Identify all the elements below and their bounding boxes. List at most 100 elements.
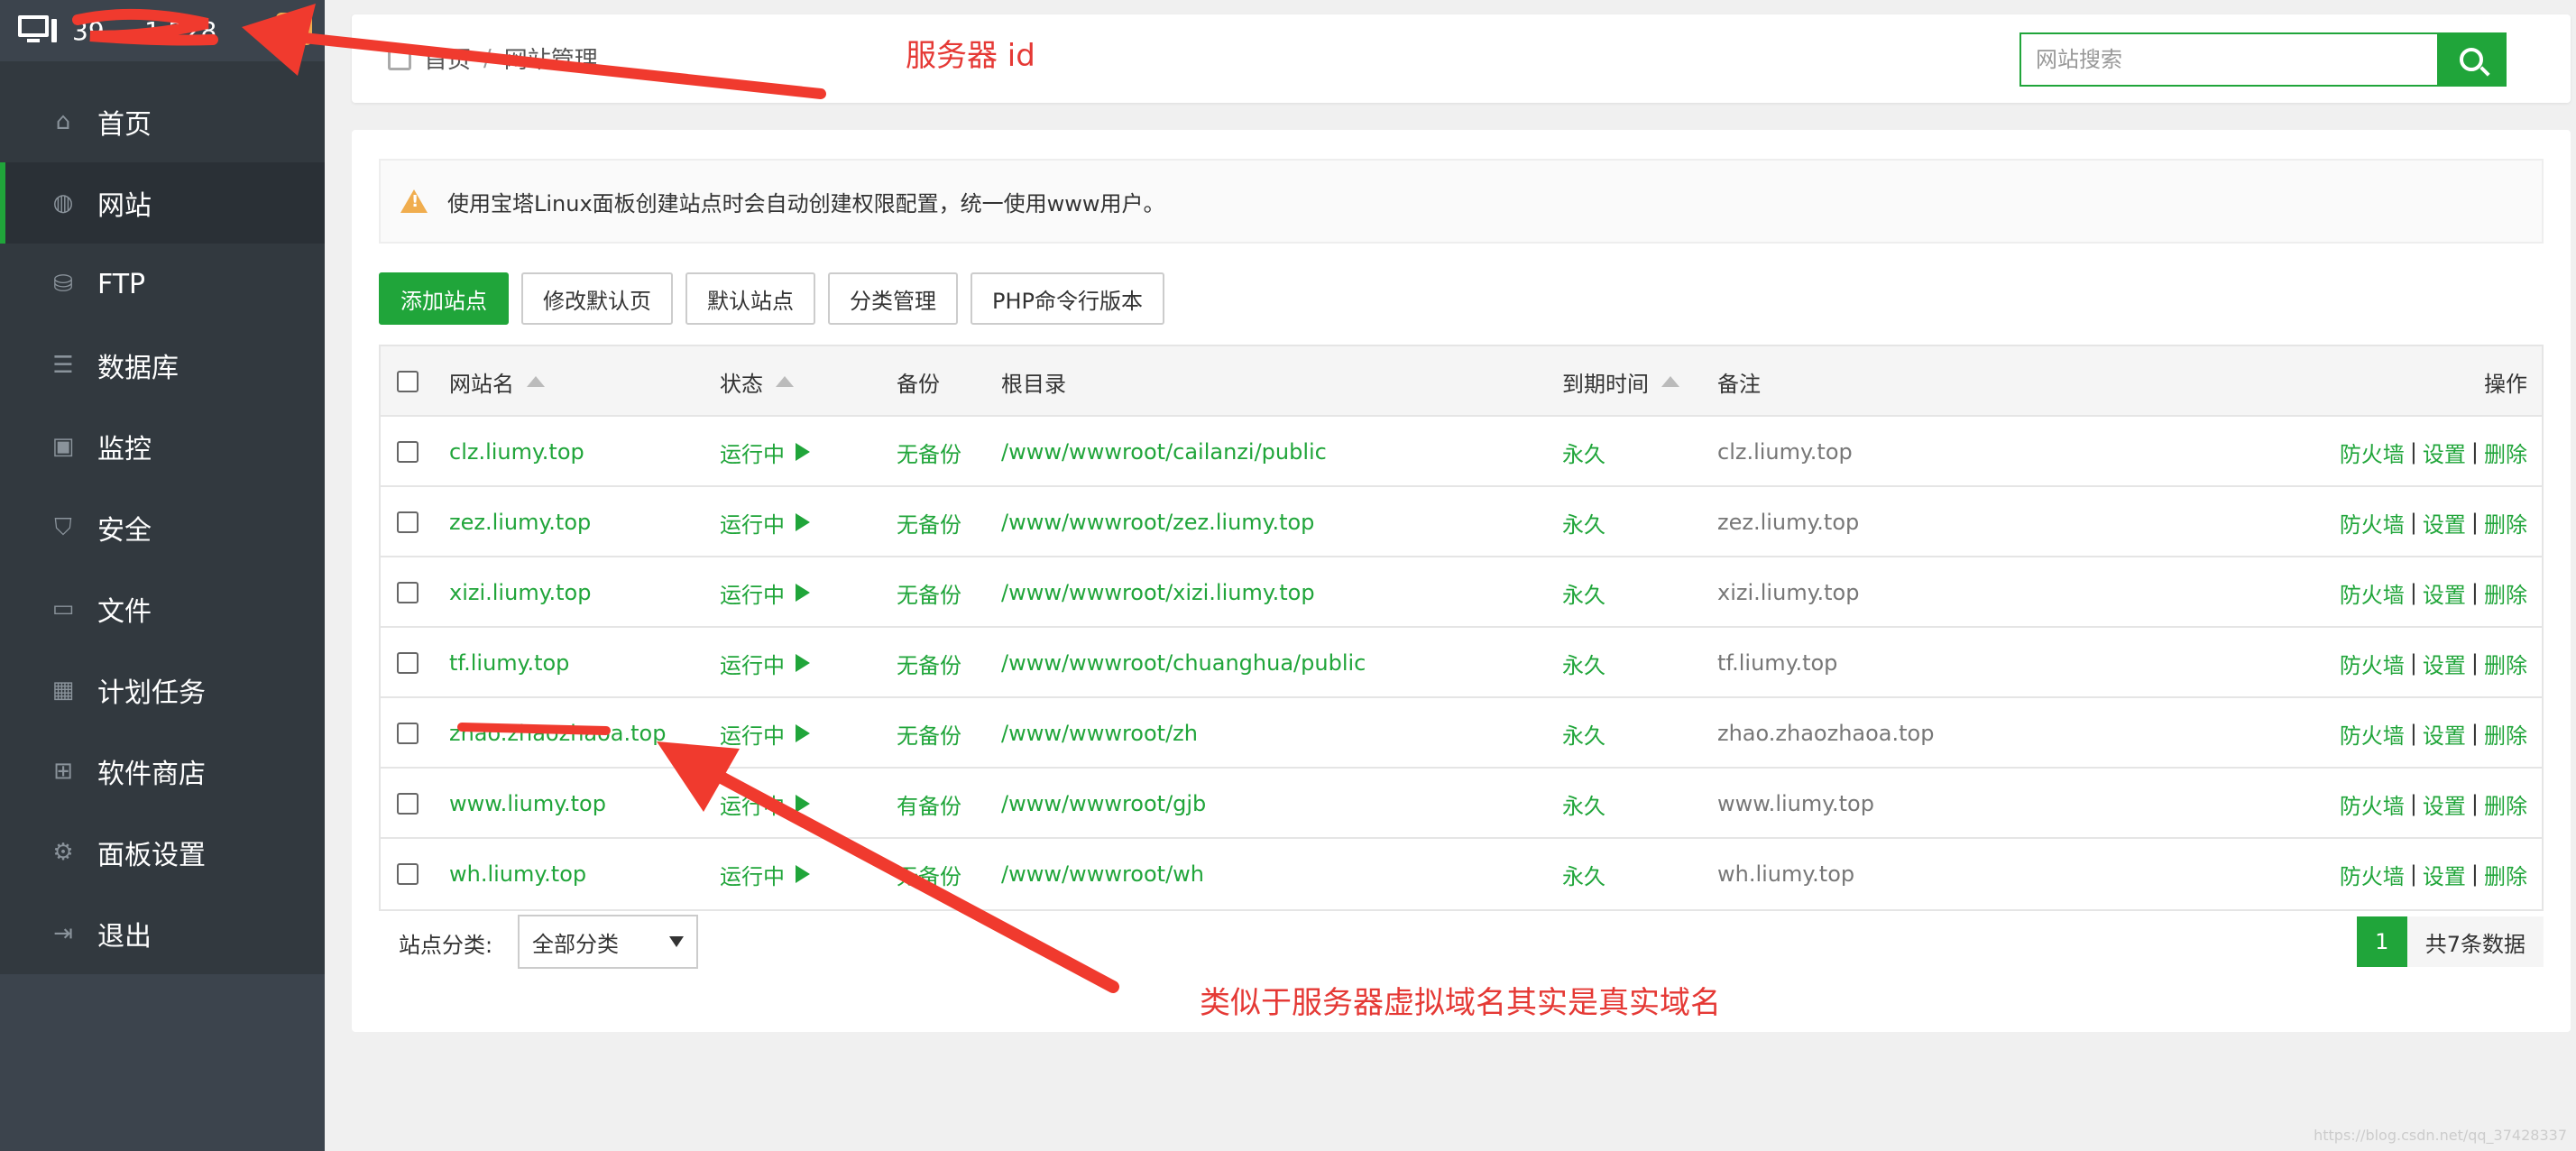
expire-link[interactable]: 永久 [1562, 557, 1605, 628]
settings-link[interactable]: 设置 [2423, 788, 2466, 820]
root-dir-link[interactable]: /www/wwwroot/zh [1001, 698, 1198, 769]
sidebar-item-1[interactable]: ◍ 网站 [0, 162, 325, 244]
delete-link[interactable]: 删除 [2484, 507, 2527, 539]
expire-link[interactable]: 永久 [1562, 698, 1605, 769]
status-toggle[interactable]: 运行中 [720, 698, 810, 769]
sidebar-item-label: 软件商店 [97, 759, 206, 790]
status-toggle[interactable]: 运行中 [720, 487, 810, 557]
status-toggle[interactable]: 运行中 [720, 628, 810, 698]
site-name-link[interactable]: clz.liumy.top [449, 417, 584, 487]
settings-link[interactable]: 设置 [2423, 437, 2466, 468]
firewall-link[interactable]: 防火墙 [2340, 859, 2405, 890]
delete-link[interactable]: 删除 [2484, 577, 2527, 609]
backup-link[interactable]: 无备份 [897, 557, 961, 628]
site-name-link[interactable]: www.liumy.top [449, 769, 606, 839]
settings-link[interactable]: 设置 [2423, 648, 2466, 679]
delete-link[interactable]: 删除 [2484, 648, 2527, 679]
row-checkbox[interactable] [397, 511, 419, 533]
header-status[interactable]: 状态 [720, 346, 794, 417]
root-dir-link[interactable]: /www/wwwroot/zez.liumy.top [1001, 487, 1314, 557]
status-toggle[interactable]: 运行中 [720, 417, 810, 487]
header-name[interactable]: 网站名 [449, 346, 545, 417]
notification-badge[interactable]: 0 [276, 13, 312, 45]
row-checkbox[interactable] [397, 441, 419, 463]
row-checkbox[interactable] [397, 582, 419, 603]
backup-link[interactable]: 无备份 [897, 839, 961, 909]
note-field[interactable]: zhao.zhaozhaoa.top [1717, 698, 1934, 769]
search-button[interactable] [2436, 32, 2507, 87]
root-dir-link[interactable]: /www/wwwroot/chuanghua/public [1001, 628, 1366, 698]
backup-link[interactable]: 无备份 [897, 417, 961, 487]
sidebar-item-8[interactable]: ⊞ 软件商店 [0, 731, 325, 812]
default-site-button[interactable]: 默认站点 [685, 272, 815, 325]
breadcrumb-home-icon [388, 46, 411, 70]
sidebar-item-2[interactable]: ⛁ FTP [0, 244, 325, 325]
sidebar-item-7[interactable]: ▦ 计划任务 [0, 649, 325, 731]
note-field[interactable]: clz.liumy.top [1717, 417, 1853, 487]
site-name-link[interactable]: xizi.liumy.top [449, 557, 591, 628]
edit-default-page-button[interactable]: 修改默认页 [521, 272, 673, 325]
sidebar-item-0[interactable]: ⌂ 首页 [0, 81, 325, 162]
category-select[interactable]: 全部分类 [518, 915, 698, 969]
settings-link[interactable]: 设置 [2423, 577, 2466, 609]
page-current[interactable]: 1 [2356, 916, 2407, 967]
sidebar-item-3[interactable]: ☰ 数据库 [0, 325, 325, 406]
firewall-link[interactable]: 防火墙 [2340, 437, 2405, 468]
delete-link[interactable]: 删除 [2484, 718, 2527, 750]
root-dir-link[interactable]: /www/wwwroot/xizi.liumy.top [1001, 557, 1315, 628]
expire-link[interactable]: 永久 [1562, 839, 1605, 909]
settings-link[interactable]: 设置 [2423, 718, 2466, 750]
site-name-link[interactable]: tf.liumy.top [449, 628, 569, 698]
root-dir-link[interactable]: /www/wwwroot/cailanzi/public [1001, 417, 1327, 487]
note-field[interactable]: xizi.liumy.top [1717, 557, 1859, 628]
firewall-link[interactable]: 防火墙 [2340, 648, 2405, 679]
category-manage-button[interactable]: 分类管理 [828, 272, 958, 325]
sidebar-item-4[interactable]: ▣ 监控 [0, 406, 325, 487]
firewall-link[interactable]: 防火墙 [2340, 577, 2405, 609]
expire-link[interactable]: 永久 [1562, 417, 1605, 487]
root-dir-link[interactable]: /www/wwwroot/wh [1001, 839, 1204, 909]
firewall-link[interactable]: 防火墙 [2340, 507, 2405, 539]
sidebar-item-10[interactable]: ⇥ 退出 [0, 893, 325, 974]
site-name-link[interactable]: wh.liumy.top [449, 839, 586, 909]
note-field[interactable]: zez.liumy.top [1717, 487, 1859, 557]
sidebar-item-9[interactable]: ⚙ 面板设置 [0, 812, 325, 893]
delete-link[interactable]: 删除 [2484, 437, 2527, 468]
row-checkbox[interactable] [397, 863, 419, 885]
php-cli-version-button[interactable]: PHP命令行版本 [971, 272, 1164, 325]
select-all-checkbox[interactable] [397, 371, 419, 392]
sidebar-item-5[interactable]: ⛉ 安全 [0, 487, 325, 568]
backup-link[interactable]: 无备份 [897, 698, 961, 769]
sidebar-item-6[interactable]: ▭ 文件 [0, 568, 325, 649]
sort-asc-icon [527, 376, 545, 387]
status-toggle[interactable]: 运行中 [720, 557, 810, 628]
row-checkbox[interactable] [397, 723, 419, 744]
firewall-link[interactable]: 防火墙 [2340, 718, 2405, 750]
note-field[interactable]: wh.liumy.top [1717, 839, 1854, 909]
note-field[interactable]: tf.liumy.top [1717, 628, 1837, 698]
site-name-link[interactable]: zez.liumy.top [449, 487, 591, 557]
breadcrumb-home[interactable]: 首页 [424, 41, 471, 75]
status-toggle[interactable]: 运行中 [720, 839, 810, 909]
firewall-link[interactable]: 防火墙 [2340, 788, 2405, 820]
site-name-link[interactable]: zhao.zhaozhaoa.top [449, 698, 666, 769]
search-input[interactable] [2019, 32, 2437, 87]
expire-link[interactable]: 永久 [1562, 487, 1605, 557]
delete-link[interactable]: 删除 [2484, 859, 2527, 890]
expire-link[interactable]: 永久 [1562, 769, 1605, 839]
settings-link[interactable]: 设置 [2423, 859, 2466, 890]
backup-link[interactable]: 无备份 [897, 487, 961, 557]
header-expire[interactable]: 到期时间 [1562, 346, 1679, 417]
backup-link[interactable]: 无备份 [897, 628, 961, 698]
play-icon [796, 443, 810, 461]
settings-link[interactable]: 设置 [2423, 507, 2466, 539]
status-toggle[interactable]: 运行中 [720, 769, 810, 839]
root-dir-link[interactable]: /www/wwwroot/gjb [1001, 769, 1206, 839]
row-checkbox[interactable] [397, 652, 419, 674]
delete-link[interactable]: 删除 [2484, 788, 2527, 820]
expire-link[interactable]: 永久 [1562, 628, 1605, 698]
add-site-button[interactable]: 添加站点 [379, 272, 509, 325]
backup-link[interactable]: 有备份 [897, 769, 961, 839]
note-field[interactable]: www.liumy.top [1717, 769, 1874, 839]
row-checkbox[interactable] [397, 793, 419, 815]
